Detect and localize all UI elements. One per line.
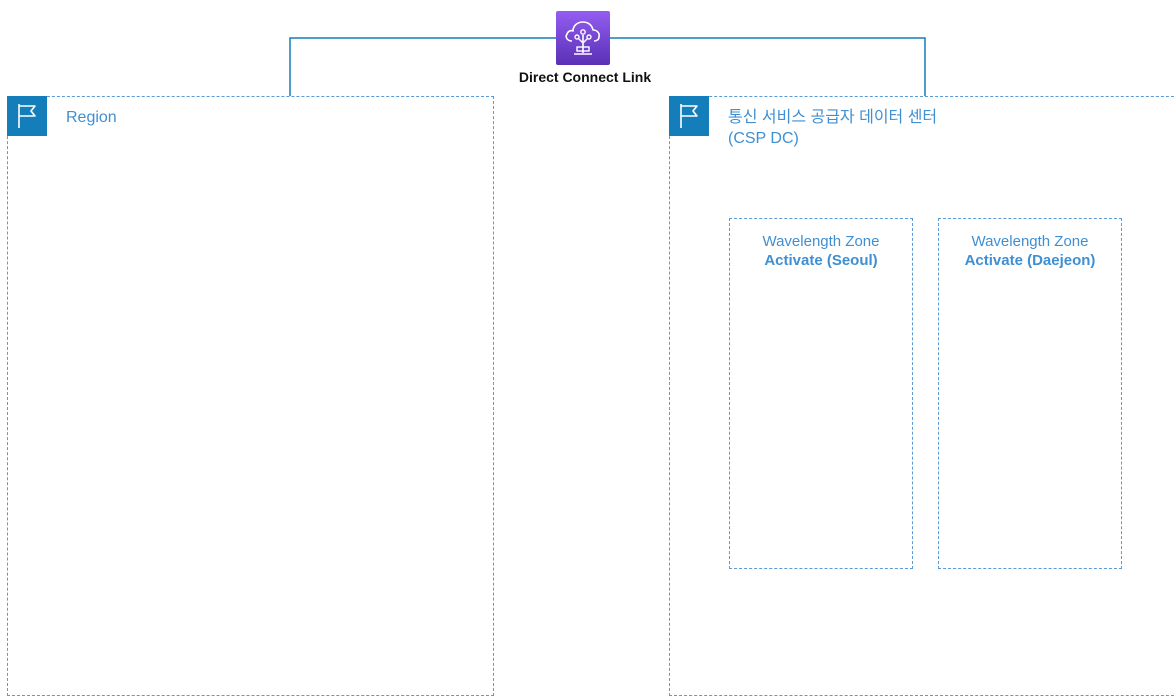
direct-connect-label: Direct Connect Link (500, 69, 670, 85)
direct-connect-icon (556, 11, 610, 65)
csp-dc-label-line2: (CSP DC) (728, 130, 799, 147)
flag-icon (7, 96, 47, 136)
zone-title: Wavelength Zone (971, 233, 1089, 250)
region-group: Region (7, 96, 494, 696)
zone-name: Activate (Seoul) (764, 252, 878, 269)
flag-icon (669, 96, 709, 136)
wavelength-zone-daejeon: Wavelength Zone Activate (Daejeon) (938, 218, 1122, 569)
region-label: Region (66, 109, 117, 126)
csp-dc-label: 통신 서비스 공급자 데이터 센터 (CSP DC) (728, 107, 937, 149)
wavelength-zone-seoul: Wavelength Zone Activate (Seoul) (729, 218, 913, 569)
zone-name: Activate (Daejeon) (964, 252, 1096, 269)
zone-title: Wavelength Zone (762, 233, 880, 250)
csp-dc-label-line1: 통신 서비스 공급자 데이터 센터 (728, 109, 938, 126)
